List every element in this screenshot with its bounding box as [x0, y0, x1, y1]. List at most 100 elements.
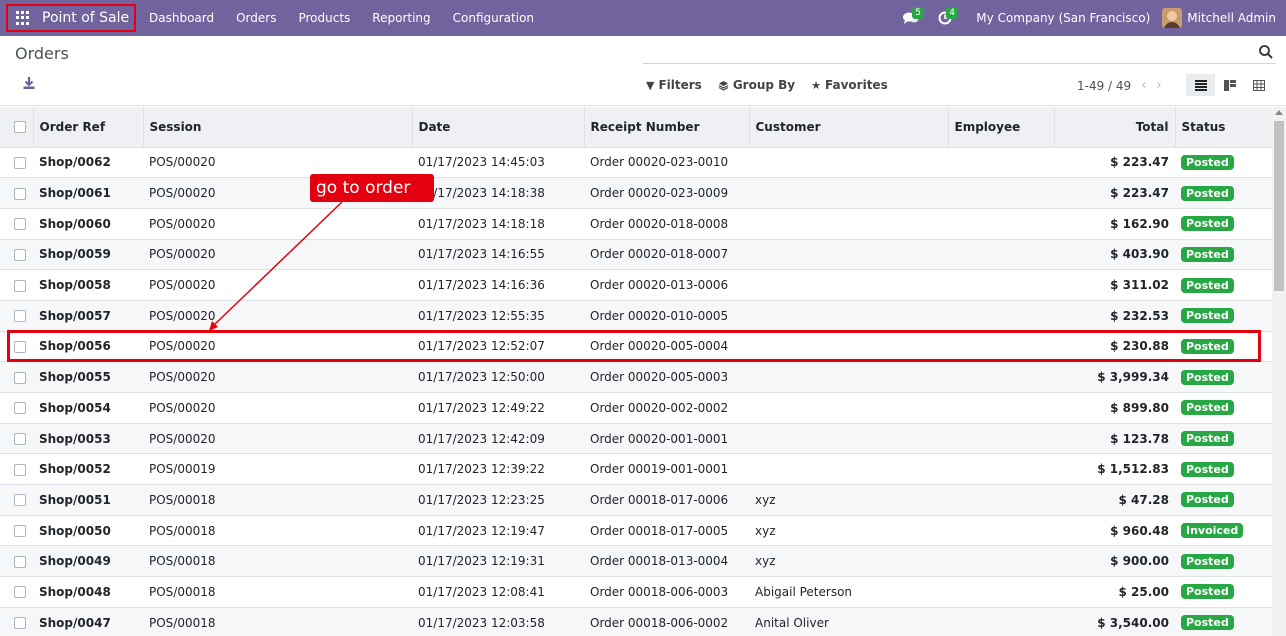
- apps-menu-button[interactable]: Point of Sale: [6, 4, 136, 32]
- receipt-number-cell: Order 00020-023-0010: [590, 155, 729, 170]
- table-row[interactable]: Shop/0060 POS/00020 01/17/2023 14:18:18 Ord…: [0, 208, 1272, 239]
- customer-cell: Abigail Peterson: [755, 584, 853, 599]
- order-ref-cell: Shop/0061: [39, 186, 111, 201]
- total-cell: $ 900.00: [1110, 554, 1169, 569]
- group-by-toggle[interactable]: Group By: [718, 78, 795, 92]
- column-status[interactable]: Status: [1175, 107, 1272, 147]
- scroll-up-arrow-icon[interactable]: [1275, 110, 1283, 115]
- status-badge: Posted: [1181, 584, 1234, 600]
- status-badge: Posted: [1181, 308, 1234, 324]
- row-checkbox[interactable]: [0, 362, 33, 393]
- table-row[interactable]: Shop/0051 POS/00018 01/17/2023 12:23:25 Ord…: [0, 484, 1272, 516]
- table-row[interactable]: Shop/0048 POS/00018 01/17/2023 12:08:41 Ord…: [0, 576, 1272, 608]
- filter-funnel-icon: ▼: [646, 78, 655, 92]
- table-row[interactable]: Shop/0062 POS/00020 01/17/2023 14:45:03 Ord…: [0, 147, 1272, 178]
- column-total[interactable]: Total: [1054, 107, 1176, 147]
- search-input[interactable]: [643, 40, 1276, 64]
- receipt-number-cell: Order 00018-006-0003: [590, 584, 729, 599]
- filters-toggle[interactable]: ▼ Filters: [646, 78, 702, 92]
- search-icon[interactable]: [1258, 44, 1274, 60]
- order-ref-cell: Shop/0051: [39, 492, 111, 507]
- pager-value[interactable]: 1-49 / 49: [1077, 79, 1131, 93]
- row-checkbox[interactable]: [0, 515, 33, 546]
- favorites-toggle[interactable]: ★ Favorites: [811, 78, 888, 92]
- row-checkbox[interactable]: [0, 577, 33, 608]
- row-checkbox[interactable]: [0, 485, 33, 516]
- table-row[interactable]: Shop/0059 POS/00020 01/17/2023 14:16:55 Ord…: [0, 239, 1272, 270]
- row-checkbox[interactable]: [0, 208, 33, 239]
- session-cell: POS/00020: [149, 247, 216, 262]
- user-menu[interactable]: Mitchell Admin: [1162, 8, 1286, 28]
- row-checkbox[interactable]: [0, 147, 33, 178]
- status-badge: Posted: [1181, 216, 1234, 232]
- menu-dashboard[interactable]: Dashboard: [138, 11, 225, 25]
- table-row[interactable]: Shop/0047 POS/00018 01/17/2023 12:03:58 Ord…: [0, 607, 1272, 636]
- vertical-scrollbar[interactable]: [1272, 107, 1286, 636]
- table-row[interactable]: Shop/0052 POS/00019 01/17/2023 12:39:22 Ord…: [0, 453, 1272, 485]
- menu-reporting[interactable]: Reporting: [361, 11, 441, 25]
- employee-cell: [948, 393, 1054, 424]
- messages-button[interactable]: 5: [894, 0, 928, 36]
- company-switcher[interactable]: My Company (San Francisco): [962, 11, 1162, 25]
- row-checkbox[interactable]: [0, 393, 33, 424]
- table-row[interactable]: Shop/0057 POS/00020 01/17/2023 12:55:35 Ord…: [0, 300, 1272, 332]
- order-ref-cell: Shop/0062: [39, 155, 111, 170]
- status-badge: Posted: [1181, 553, 1234, 569]
- row-checkbox[interactable]: [0, 239, 33, 270]
- pivot-view-button[interactable]: [1244, 74, 1273, 96]
- customer-cell: [749, 147, 948, 178]
- row-checkbox[interactable]: [0, 546, 33, 577]
- kanban-view-button[interactable]: [1215, 74, 1244, 96]
- status-badge: Posted: [1181, 431, 1234, 447]
- row-checkbox[interactable]: [0, 270, 33, 301]
- session-cell: POS/00020: [149, 370, 216, 385]
- download-icon[interactable]: [22, 76, 36, 90]
- status-cell: Posted: [1175, 300, 1272, 331]
- column-session[interactable]: Session: [143, 107, 413, 147]
- filters-label: Filters: [658, 78, 702, 92]
- pager-previous-icon[interactable]: ‹: [1141, 78, 1146, 93]
- receipt-number-cell: Order 00020-013-0006: [590, 278, 729, 293]
- table-row[interactable]: Shop/0049 POS/00018 01/17/2023 12:19:31 Ord…: [0, 545, 1272, 577]
- table-row[interactable]: Shop/0055 POS/00020 01/17/2023 12:50:00 Ord…: [0, 361, 1272, 393]
- total-cell: $ 311.02: [1110, 278, 1169, 293]
- menu-products[interactable]: Products: [287, 11, 361, 25]
- table-row[interactable]: Shop/0054 POS/00020 01/17/2023 12:49:22 Ord…: [0, 392, 1272, 424]
- activities-button[interactable]: 4: [928, 0, 962, 36]
- table-row[interactable]: Shop/0050 POS/00018 01/17/2023 12:19:47 Ord…: [0, 515, 1272, 546]
- order-ref-cell: Shop/0052: [39, 462, 111, 477]
- app-title[interactable]: Point of Sale: [42, 10, 129, 26]
- search-options: ▼ Filters Group By ★ Favorites: [646, 78, 904, 92]
- employee-cell: [948, 362, 1054, 393]
- top-navbar: Point of Sale Dashboard Orders Products …: [0, 0, 1286, 36]
- row-checkbox[interactable]: [0, 607, 33, 636]
- column-date[interactable]: Date: [412, 107, 585, 147]
- table-row[interactable]: Shop/0053 POS/00020 01/17/2023 12:42:09 Ord…: [0, 423, 1272, 454]
- view-switcher: [1186, 74, 1273, 96]
- column-order-ref[interactable]: Order Ref: [33, 107, 144, 147]
- menu-orders[interactable]: Orders: [225, 11, 287, 25]
- table-row[interactable]: Shop/0058 POS/00020 01/17/2023 14:16:36 Ord…: [0, 269, 1272, 301]
- menu-configuration[interactable]: Configuration: [442, 11, 545, 25]
- status-cell: Posted: [1175, 239, 1272, 270]
- row-checkbox[interactable]: [0, 454, 33, 485]
- employee-cell: [948, 485, 1054, 516]
- scrollbar-thumb[interactable]: [1274, 121, 1284, 291]
- column-receipt-number[interactable]: Receipt Number: [584, 107, 750, 147]
- employee-cell: [948, 515, 1054, 546]
- row-checkbox[interactable]: [0, 178, 33, 209]
- employee-cell: [948, 178, 1054, 209]
- column-employee[interactable]: Employee: [948, 107, 1055, 147]
- row-checkbox[interactable]: [0, 300, 33, 331]
- status-cell: Posted: [1175, 147, 1272, 178]
- column-customer[interactable]: Customer: [749, 107, 949, 147]
- employee-cell: [948, 147, 1054, 178]
- pager-next-icon[interactable]: ›: [1156, 78, 1161, 93]
- status-cell: Posted: [1175, 454, 1272, 485]
- session-cell: POS/00020: [149, 431, 216, 446]
- table-row[interactable]: Shop/0061 POS/00020 01/17/2023 14:18:38 Ord…: [0, 177, 1272, 209]
- select-all-checkbox[interactable]: [0, 107, 34, 147]
- list-view-button[interactable]: [1186, 74, 1215, 96]
- row-checkbox[interactable]: [0, 423, 33, 454]
- employee-cell: [948, 270, 1054, 301]
